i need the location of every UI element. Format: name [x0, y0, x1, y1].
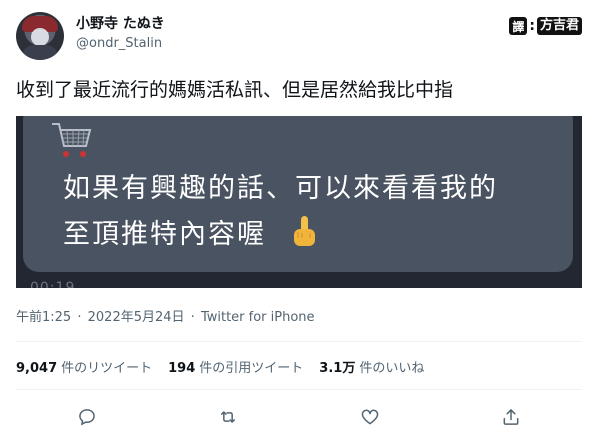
video-timestamp: 00:19 [30, 280, 76, 288]
like-icon [361, 409, 378, 425]
retweet-button[interactable] [211, 400, 245, 434]
tweet-stats: 9,047 件のリツイート 194 件の引用ツイート 3.1万 件のいいね [16, 357, 424, 376]
meta-separator: · [77, 310, 82, 325]
retweet-count[interactable]: 9,047 件のリツイート [16, 357, 152, 376]
avatar-face [31, 28, 49, 46]
message-line-2: 至頂推特內容喔 [63, 219, 266, 250]
tweet-media[interactable]: 如果有興趣的話、可以來看看我的 至頂推特內容喔 00:19 [16, 116, 582, 288]
like-button[interactable] [353, 400, 387, 434]
user-names: 小野寺 たぬき @ondr_Stalin [76, 15, 165, 53]
stat-label: 件のいいね [359, 361, 425, 376]
tweet-actions [16, 400, 582, 434]
reply-button[interactable] [70, 400, 104, 434]
divider [16, 341, 582, 342]
stat-label: 件の引用ツイート [199, 361, 304, 376]
like-count[interactable]: 3.1万 件のいいね [319, 357, 424, 376]
stat-label: 件のリツイート [61, 361, 153, 376]
tweet-date[interactable]: 2022年5月24日 [88, 310, 185, 325]
stat-number: 3.1万 [319, 361, 356, 376]
tweet-text: 收到了最近流行的媽媽活私訊、但是居然給我比中指 [16, 79, 454, 101]
cart-icon [52, 123, 92, 157]
watermark-colon: : [529, 18, 535, 34]
user-handle[interactable]: @ondr_Stalin [76, 35, 165, 53]
tweet-source[interactable]: Twitter for iPhone [201, 310, 315, 325]
divider [16, 389, 582, 390]
tweet-meta: 午前1:25 · 2022年5月24日 · Twitter for iPhone [16, 306, 315, 325]
avatar-coat [22, 45, 58, 60]
share-button[interactable] [494, 400, 528, 434]
stat-number: 194 [168, 361, 196, 376]
retweet-icon [221, 411, 236, 423]
middle-finger-emoji [294, 216, 315, 246]
quote-tweet-count[interactable]: 194 件の引用ツイート [168, 357, 303, 376]
tweet-header: 小野寺 たぬき @ondr_Stalin 譯 : 方吉君 [16, 10, 582, 62]
share-icon [503, 409, 519, 425]
meta-separator: · [190, 310, 195, 325]
tweet-time[interactable]: 午前1:25 [16, 310, 71, 325]
reply-icon [78, 409, 95, 426]
watermark-symbol: 譯 [509, 17, 528, 35]
translator-watermark: 譯 : 方吉君 [509, 16, 582, 36]
stat-number: 9,047 [16, 361, 58, 376]
display-name[interactable]: 小野寺 たぬき [76, 15, 165, 33]
message-line-1: 如果有興趣的話、可以來看看我的 [63, 173, 498, 204]
avatar[interactable] [16, 12, 64, 60]
watermark-name: 方吉君 [536, 17, 582, 35]
